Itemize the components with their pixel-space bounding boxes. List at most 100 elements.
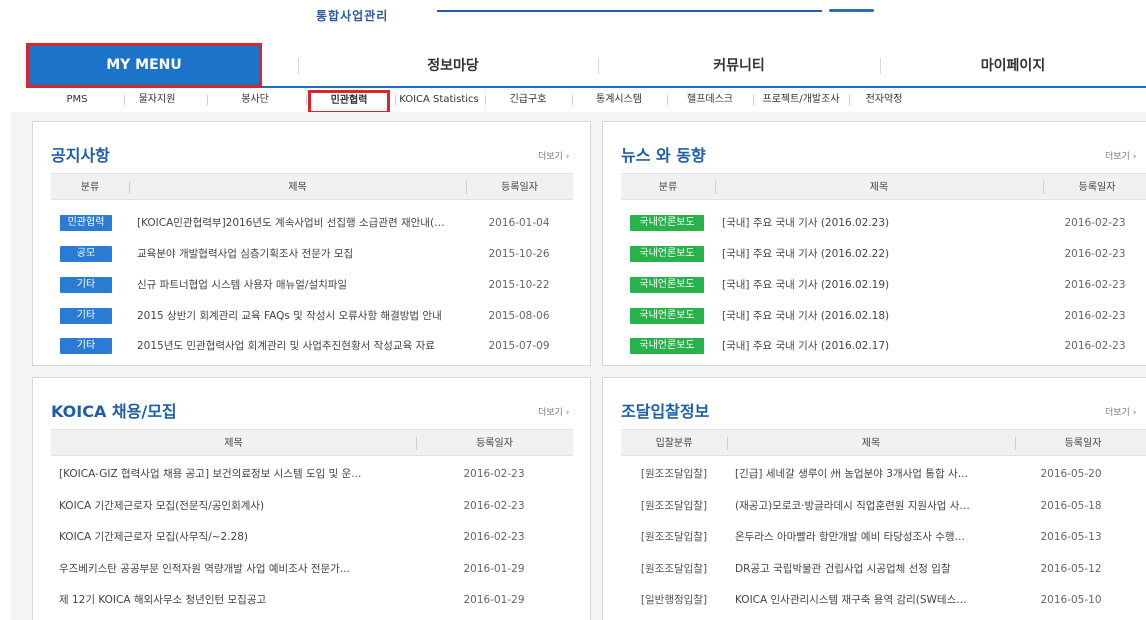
bid-category: [원조조달입찰] <box>640 500 708 512</box>
news-panel: 뉴스 와 동향 더보기 › 분류 제목 등록일자 국내언론보도 [국내] 주요 … <box>602 121 1146 366</box>
nav-community[interactable]: 커뮤니티 <box>598 43 880 88</box>
header-title: 제목 <box>224 438 243 449</box>
row-title[interactable]: KOICA 기간제근로자 모집(사무직/~2.28) <box>59 522 409 552</box>
recruit-title: KOICA 채용/모집 <box>51 402 177 421</box>
table-row[interactable]: 국내언론보도 [국내] 주요 국내 기사 (2016.02.23) 2016-0… <box>621 208 1146 238</box>
recruit-more-link[interactable]: 더보기 › <box>538 405 569 418</box>
table-row[interactable]: 국내언론보도 [국내] 주요 국내 기사 (2016.02.17) 2016-0… <box>621 331 1146 361</box>
main-nav: MY MENU 정보마당 커뮤니티 마이페이지 <box>26 43 1146 88</box>
bid-category: [원조조달입찰] <box>640 563 708 575</box>
news-title: 뉴스 와 동향 <box>621 146 706 165</box>
row-title[interactable]: [국내] 주요 국내 기사 (2016.02.18) <box>722 301 1040 331</box>
category-badge: 민관협력 <box>60 215 112 231</box>
row-title[interactable]: 제 12기 KOICA 해외사무소 청년인턴 모집공고 <box>59 585 409 615</box>
category-badge: 국내언론보도 <box>630 277 704 293</box>
row-date: 2015-10-26 <box>488 248 550 260</box>
table-row[interactable]: KOICA 기간제근로자 모집(전문직/공인회계사) 2016-02-23 <box>51 491 573 521</box>
table-row[interactable]: [KOICA-GIZ 협력사업 채용 공고] 보건의료정보 시스템 도입 및 운… <box>51 459 573 489</box>
row-title[interactable]: [긴급] 세네갈 생루이 州 농업분야 3개사업 통합 사… <box>735 459 1005 489</box>
row-date: 2016-02-23 <box>463 500 525 512</box>
table-row[interactable]: [원조조달입찰] DR공고 국립박물관 건립사업 시공업체 선정 입찰 2016… <box>621 554 1146 584</box>
content-area: 공지사항 더보기 › 분류 제목 등록일자 민관협력 [KOICA민관협력부]2… <box>11 112 1146 620</box>
category-badge: 기타 <box>60 277 112 293</box>
table-row[interactable]: 기타 신규 파트너협업 시스템 사용자 매뉴얼/설치파일 2015-10-22 <box>51 270 573 300</box>
table-row[interactable]: 민관협력 [KOICA민관협력부]2016년도 계속사업비 선집행 소급관련 재… <box>51 208 573 238</box>
row-title[interactable]: 교육분야 개발협력사업 심층기획조사 전문가 모집 <box>137 239 463 269</box>
header-date: 등록일자 <box>476 438 513 449</box>
subnav-public-private[interactable]: 민관협력 <box>308 90 390 114</box>
table-row[interactable]: 제 12기 KOICA 해외사무소 청년인턴 모집공고 2016-01-29 <box>51 585 573 615</box>
table-row[interactable]: [원조조달입찰] (재공고)모로코·방글라데시 직업훈련원 지원사업 사… 20… <box>621 491 1146 521</box>
notice-title: 공지사항 <box>51 146 110 165</box>
nav-mypage[interactable]: 마이페이지 <box>880 43 1146 88</box>
table-row[interactable]: [원조조달입찰] 온두라스 아마빨라 항만개발 예비 타당성조사 수행… 201… <box>621 522 1146 552</box>
row-title[interactable]: [국내] 주요 국내 기사 (2016.02.23) <box>722 208 1040 238</box>
row-title[interactable]: KOICA 기간제근로자 모집(전문직/공인회계사) <box>59 491 409 521</box>
row-title[interactable]: DR공고 국립박물관 건립사업 시공업체 선정 입찰 <box>735 554 1005 584</box>
site-title[interactable]: 통합사업관리 <box>316 7 388 24</box>
row-title[interactable]: [국내] 주요 국내 기사 (2016.02.22) <box>722 239 1040 269</box>
row-date: 2016-01-04 <box>488 217 550 229</box>
row-date: 2016-05-20 <box>1040 468 1102 480</box>
table-row[interactable]: 국내언론보도 [국내] 주요 국내 기사 (2016.02.18) 2016-0… <box>621 301 1146 331</box>
category-badge: 기타 <box>60 338 112 354</box>
row-date: 2016-05-18 <box>1040 500 1102 512</box>
notice-panel: 공지사항 더보기 › 분류 제목 등록일자 민관협력 [KOICA민관협력부]2… <box>32 121 591 366</box>
subnav-divider <box>306 95 307 105</box>
table-row[interactable]: 국내언론보도 [국내] 주요 국내 기사 (2016.02.22) 2016-0… <box>621 239 1146 269</box>
row-title[interactable]: KOICA 인사관리시스템 재구축 용역 감리(SW테스… <box>735 585 1005 615</box>
header-divider <box>437 10 822 12</box>
row-date: 2016-02-23 <box>1064 248 1126 260</box>
row-date: 2016-01-29 <box>463 563 525 575</box>
table-row[interactable]: 국내언론보도 [국내] 주요 국내 기사 (2016.02.19) 2016-0… <box>621 270 1146 300</box>
table-row[interactable]: [원조조달입찰] [긴급] 세네갈 생루이 州 농업분야 3개사업 통합 사… … <box>621 459 1146 489</box>
header-category: 분류 <box>80 182 100 193</box>
row-title[interactable]: [KOICA-GIZ 협력사업 채용 공고] 보건의료정보 시스템 도입 및 운… <box>59 459 409 489</box>
category-badge: 국내언론보도 <box>630 246 704 262</box>
recruit-table-header: 제목 등록일자 <box>51 429 573 456</box>
category-badge: 공모 <box>60 246 112 262</box>
row-title[interactable]: [국내] 주요 국내 기사 (2016.02.19) <box>722 270 1040 300</box>
row-date: 2016-05-10 <box>1040 594 1102 606</box>
bid-category: [원조조달입찰] <box>640 468 708 480</box>
notice-more-link[interactable]: 더보기 › <box>538 149 569 162</box>
bid-category: [원조조달입찰] <box>640 531 708 543</box>
header-date: 등록일자 <box>1064 438 1102 449</box>
header-button[interactable] <box>829 9 874 12</box>
table-row[interactable]: [일반행정입찰] KOICA 인사관리시스템 재구축 용역 감리(SW테스… 2… <box>621 585 1146 615</box>
row-date: 2016-02-23 <box>1064 310 1126 322</box>
row-date: 2016-02-23 <box>463 468 525 480</box>
header-date: 등록일자 <box>1078 182 1116 193</box>
row-title[interactable]: [국내] 주요 국내 기사 (2016.02.17) <box>722 331 1040 361</box>
row-date: 2016-02-23 <box>1064 217 1126 229</box>
row-date: 2016-05-13 <box>1040 531 1102 543</box>
row-date: 2016-02-23 <box>1064 279 1126 291</box>
header-date: 등록일자 <box>501 182 538 193</box>
table-row[interactable]: 우즈베키스탄 공공부문 인적자원 역량개발 사업 예비조사 전문가... 201… <box>51 554 573 584</box>
table-row[interactable]: 기타 2015 상반기 회계관리 교육 FAQs 및 작성시 오류사항 해결방법… <box>51 301 573 331</box>
top-header: 통합사업관리 <box>0 0 1146 36</box>
row-title[interactable]: 2015년도 민관협력사업 회계관리 및 사업추진현황서 작성교육 자료 <box>137 331 463 361</box>
bid-category: [일반행정입찰] <box>640 594 708 606</box>
header-bid-category: 입찰분류 <box>655 438 693 449</box>
row-title[interactable]: 우즈베키스탄 공공부문 인적자원 역량개발 사업 예비조사 전문가... <box>59 554 409 584</box>
row-date: 2015-08-06 <box>488 310 550 322</box>
row-title[interactable]: 신규 파트너협업 시스템 사용자 매뉴얼/설치파일 <box>137 270 463 300</box>
bid-more-link[interactable]: 더보기 › <box>1105 405 1136 418</box>
news-more-link[interactable]: 더보기 › <box>1105 149 1136 162</box>
row-title[interactable]: (재공고)모로코·방글라데시 직업훈련원 지원사업 사… <box>735 491 1005 521</box>
table-row[interactable]: 기타 2015년도 민관협력사업 회계관리 및 사업추진현황서 작성교육 자료 … <box>51 331 573 361</box>
category-badge: 국내언론보도 <box>630 215 704 231</box>
nav-info[interactable]: 정보마당 <box>308 43 598 88</box>
header-title: 제목 <box>288 182 307 193</box>
table-row[interactable]: 공모 교육분야 개발협력사업 심층기획조사 전문가 모집 2015-10-26 <box>51 239 573 269</box>
row-title[interactable]: 온두라스 아마빨라 항만개발 예비 타당성조사 수행… <box>735 522 1005 552</box>
recruit-panel: KOICA 채용/모집 더보기 › 제목 등록일자 [KOICA-GIZ 협력사… <box>32 377 591 620</box>
bid-title: 조달입찰정보 <box>621 402 710 421</box>
row-title[interactable]: 2015 상반기 회계관리 교육 FAQs 및 작성시 오류사항 해결방법 안내 <box>137 301 463 331</box>
table-row[interactable]: KOICA 기간제근로자 모집(사무직/~2.28) 2016-02-23 <box>51 522 573 552</box>
row-title[interactable]: [KOICA민관협력부]2016년도 계속사업비 선집행 소급관련 재안내(… <box>137 208 463 238</box>
nav-my-menu[interactable]: MY MENU <box>26 43 262 88</box>
row-date: 2016-02-23 <box>1064 340 1126 352</box>
category-badge: 국내언론보도 <box>630 338 704 354</box>
